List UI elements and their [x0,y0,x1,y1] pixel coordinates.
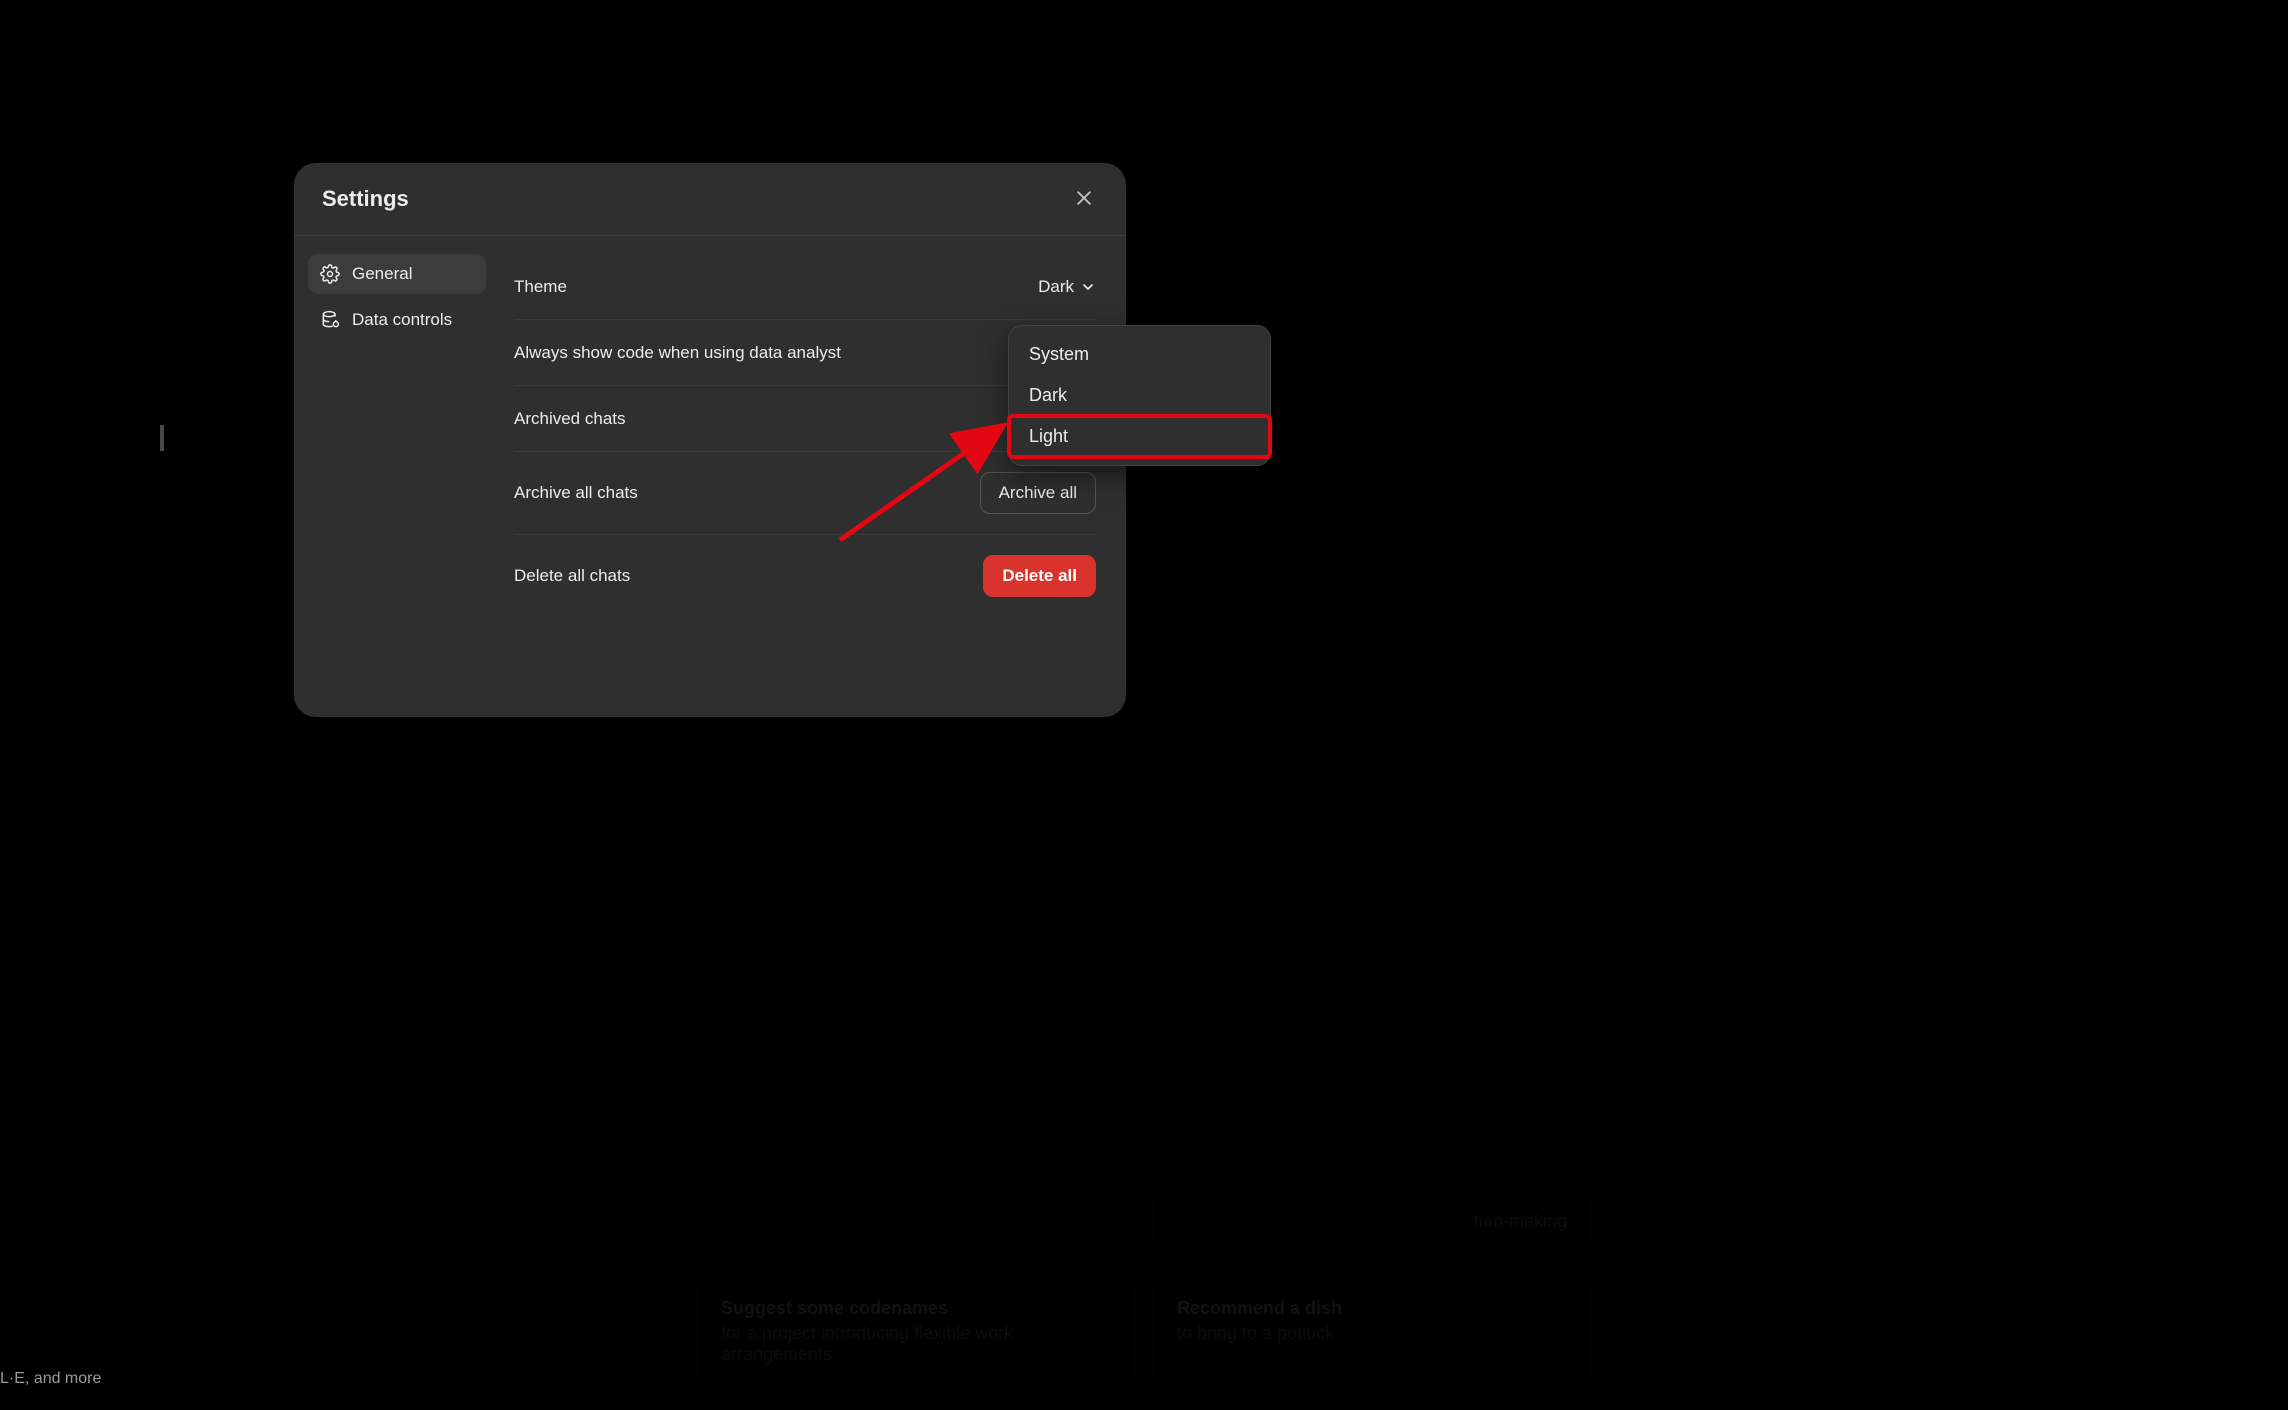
row-theme: Theme Dark [514,254,1096,320]
suggestion-title: Suggest some codenames [721,1298,1111,1319]
suggestion-subtitle: for a project introducing flexible work … [721,1323,1111,1365]
sidebar-item-data-controls[interactable]: Data controls [308,300,486,340]
row-label: Delete all chats [514,566,630,586]
theme-option-system[interactable]: System [1009,334,1270,375]
theme-dropdown: System Dark Light [1008,325,1271,466]
text-cursor [160,425,164,451]
background-hint-text: L·E, and more [0,1370,101,1388]
sidebar-item-label: Data controls [352,310,452,330]
delete-all-button[interactable]: Delete all [983,555,1096,597]
settings-content: Theme Dark Always show code when using d… [500,236,1126,717]
row-delete-all: Delete all chats Delete all [514,535,1096,617]
row-label: Theme [514,277,567,297]
modal-title: Settings [322,186,409,212]
sidebar-item-general[interactable]: General [308,254,486,294]
row-archive-all: Archive all chats Archive all [514,452,1096,535]
close-button[interactable] [1070,185,1098,213]
close-icon [1074,188,1094,211]
theme-option-light[interactable]: Light [1009,416,1270,457]
database-icon [320,310,340,330]
bg-partial-text: tion-making [1177,1211,1567,1232]
suggestion-title: Recommend a dish [1177,1298,1567,1319]
row-label: Always show code when using data analyst [514,343,841,363]
background-suggestions: tion-making Suggest some codenames for a… [0,1186,2288,1410]
suggestion-card: Suggest some codenames for a project int… [696,1277,1136,1386]
theme-select-value: Dark [1038,277,1074,297]
sidebar-item-label: General [352,264,412,284]
archive-all-button[interactable]: Archive all [980,472,1096,514]
settings-modal: Settings General [294,163,1126,717]
settings-sidebar: General Data controls [294,236,500,717]
row-label: Archive all chats [514,483,638,503]
modal-header: Settings [294,163,1126,236]
theme-option-dark[interactable]: Dark [1009,375,1270,416]
gear-icon [320,264,340,284]
row-label: Archived chats [514,409,626,429]
suggestion-card: Recommend a dish to bring to a potluck [1152,1277,1592,1386]
suggestion-subtitle: to bring to a potluck [1177,1323,1567,1344]
chevron-down-icon [1080,279,1096,295]
theme-select[interactable]: Dark [1038,277,1096,297]
